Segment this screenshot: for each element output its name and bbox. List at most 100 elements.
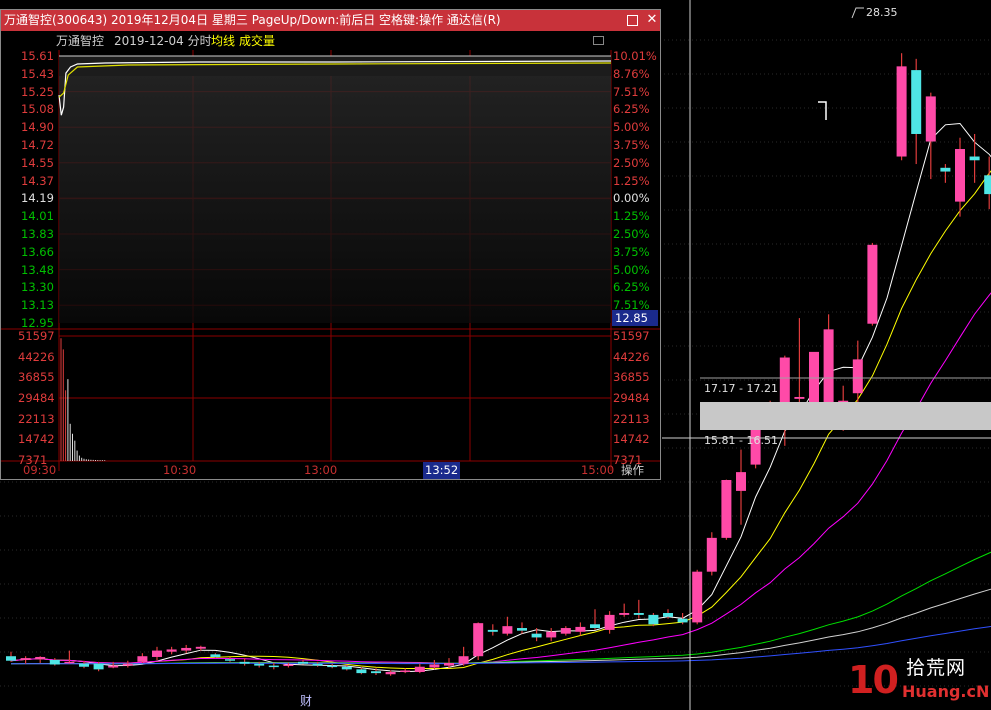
candle-body [239, 661, 250, 664]
candle-body [706, 537, 717, 572]
price-tick-label: 15.08 [21, 102, 54, 117]
current-price-label: 12.85 [612, 310, 658, 326]
limit-band [59, 56, 611, 76]
intraday-chart[interactable] [1, 10, 660, 479]
time-tick: 10:30 [163, 463, 197, 477]
price-tick-label: 15.25 [21, 84, 54, 99]
percent-tick-label: 8.76% [613, 66, 650, 81]
percent-tick-label: 6.25% [613, 280, 650, 295]
price-tick-label: 13.66 [21, 244, 54, 259]
volume-tick-label: 22113 [18, 411, 55, 426]
candle-body [794, 396, 805, 399]
candle-body [181, 647, 192, 651]
candle-body [108, 665, 119, 668]
percent-tick-label: 2.50% [613, 155, 650, 170]
candle-body [517, 628, 527, 631]
candle-body [444, 662, 454, 666]
candle-body [225, 659, 235, 661]
time-tick: 13:00 [304, 463, 338, 477]
candle-body [414, 666, 425, 672]
candle-body [677, 618, 688, 623]
price-tick-label: 14.72 [21, 138, 54, 152]
candle-body [298, 661, 308, 664]
candle-body [809, 351, 819, 411]
candle-body [341, 666, 352, 670]
candle-body [137, 656, 148, 662]
volume-tick-label-right: 14742 [613, 432, 650, 447]
candle-body [195, 646, 206, 649]
candle-body [940, 167, 951, 172]
range-label-upper: 17.17 - 17.21 [704, 382, 778, 395]
candle-body [531, 633, 542, 638]
price-tick-label: 13.83 [21, 227, 54, 241]
range-label-lower: 15.81 - 16.51 [704, 434, 778, 447]
price-tick-label: 13.13 [21, 298, 54, 313]
candle-body [458, 656, 469, 664]
candle-body [633, 613, 644, 615]
operation-button[interactable]: 操作 [621, 462, 644, 479]
price-tick-label: 14.37 [21, 173, 54, 188]
watermark-cn: 拾荒网 [906, 657, 967, 679]
finance-marker[interactable]: 财 [300, 692, 312, 709]
volume-tick-label-right: 22113 [613, 411, 650, 426]
candle-body [400, 670, 411, 672]
percent-tick-label: 0.00% [613, 191, 650, 206]
intraday-window[interactable]: 万通智控(300643) 2019年12月04日 星期三 PageUp/Down… [0, 9, 661, 480]
price-tick-label: 15.61 [21, 49, 54, 63]
candle-body [312, 663, 323, 666]
price-tick-label: 13.48 [21, 262, 54, 277]
watermark-number: 10 [848, 658, 899, 702]
candle-body [268, 665, 279, 668]
candle-body [93, 663, 104, 670]
volume-tick-label: 29484 [18, 391, 55, 405]
candle-body [604, 614, 615, 630]
volume-tick-label-right: 36855 [613, 370, 650, 385]
time-axis: 09:30 10:30 13:00 13:52 15:00 操作 [1, 462, 660, 479]
volume-tick-label-right: 44226 [613, 349, 650, 364]
percent-tick-label: 3.75% [613, 138, 650, 152]
candle-body [356, 669, 367, 674]
candle-body [779, 357, 790, 405]
percent-tick-label: 10.01% [613, 49, 657, 63]
candle-body [648, 614, 659, 625]
candle-body [911, 70, 922, 134]
shade [59, 76, 611, 323]
candle-body [6, 656, 16, 661]
high-price-label: 28.35 [866, 6, 898, 19]
candle-body [823, 329, 834, 409]
candle-body [546, 631, 557, 638]
candle-body [619, 613, 630, 615]
percent-tick-label: 5.00% [613, 120, 650, 135]
candle-body [385, 671, 396, 675]
candle-body [867, 244, 878, 324]
candle-body [283, 664, 294, 666]
candle-body [473, 623, 484, 657]
price-tick-label: 14.90 [21, 120, 54, 135]
percent-tick-label: 3.75% [613, 244, 650, 259]
ma-line [10, 551, 991, 665]
percent-tick-label: 6.25% [613, 102, 650, 117]
time-tick: 15:00 [581, 463, 615, 477]
price-tick-label: 14.55 [21, 155, 54, 170]
candle-body [692, 571, 703, 623]
candle-body [560, 628, 571, 634]
candle-body [590, 624, 600, 629]
candle-body [852, 359, 863, 394]
price-tick-label: 13.30 [21, 280, 54, 295]
candle-body [64, 661, 75, 664]
candle-body [575, 626, 586, 632]
candle-body [122, 663, 133, 666]
watermark-en: Huang.cN [902, 682, 990, 701]
price-tick-label: 14.01 [21, 209, 54, 224]
percent-tick-label: 7.51% [613, 84, 650, 99]
candle-body [20, 658, 31, 660]
volume-tick-label: 14742 [18, 432, 55, 447]
volume-tick-label: 36855 [18, 370, 55, 385]
range-box [700, 402, 991, 430]
candle-body [210, 654, 221, 657]
percent-tick-label: 1.25% [613, 209, 650, 224]
candle-body [984, 175, 991, 195]
volume-tick-label-right: 51597 [613, 329, 650, 343]
candle-body [721, 480, 732, 538]
candle-body [35, 656, 46, 660]
